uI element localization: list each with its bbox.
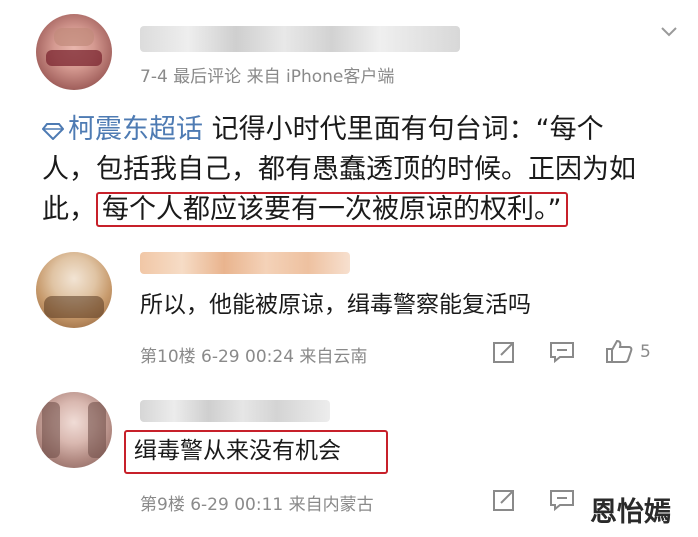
thumbs-up-icon[interactable] <box>604 338 634 364</box>
comment-icon[interactable] <box>548 488 576 512</box>
chevron-down-icon[interactable] <box>660 26 678 38</box>
post-text-line-3: 此， 每个人都应该要有一次被原谅的权利。” <box>42 190 682 230</box>
avatar[interactable] <box>36 14 112 90</box>
comment-text: 缉毒警从来没有机会 <box>134 438 341 464</box>
post-text-line-2: 人，包括我自己，都有愚蠢透顶的时候。正因为如 <box>42 154 636 185</box>
comment-meta: 第10楼 6-29 00:24 来自云南 <box>140 347 368 367</box>
highlighted-quote: 每个人都应该要有一次被原谅的权利。” <box>96 192 568 227</box>
post-text: 柯震东超话 记得小时代里面有句台词：“每个 人，包括我自己，都有愚蠢透顶的时候。… <box>42 110 682 230</box>
username[interactable] <box>140 26 460 52</box>
watermark: 恩怡嫣 <box>590 497 671 528</box>
comment-meta: 第9楼 6-29 00:11 来自内蒙古 <box>140 495 374 515</box>
like-count: 5 <box>640 342 651 362</box>
post-meta: 7-4 最后评论 来自 iPhone客户端 <box>140 67 395 87</box>
diamond-icon <box>42 122 64 140</box>
comment-avatar[interactable] <box>36 392 112 468</box>
comment-username[interactable] <box>140 252 350 274</box>
comment-text: 所以，他能被原谅，缉毒警察能复活吗 <box>140 292 531 318</box>
post-text-line-1: 柯震东超话 记得小时代里面有句台词：“每个 <box>42 110 682 150</box>
comment-icon[interactable] <box>548 340 576 364</box>
comment-username[interactable] <box>140 400 330 422</box>
topic-link[interactable]: 柯震东超话 <box>68 114 203 145</box>
edit-icon[interactable] <box>492 488 518 512</box>
comment-avatar[interactable] <box>36 252 112 328</box>
edit-icon[interactable] <box>492 340 518 364</box>
